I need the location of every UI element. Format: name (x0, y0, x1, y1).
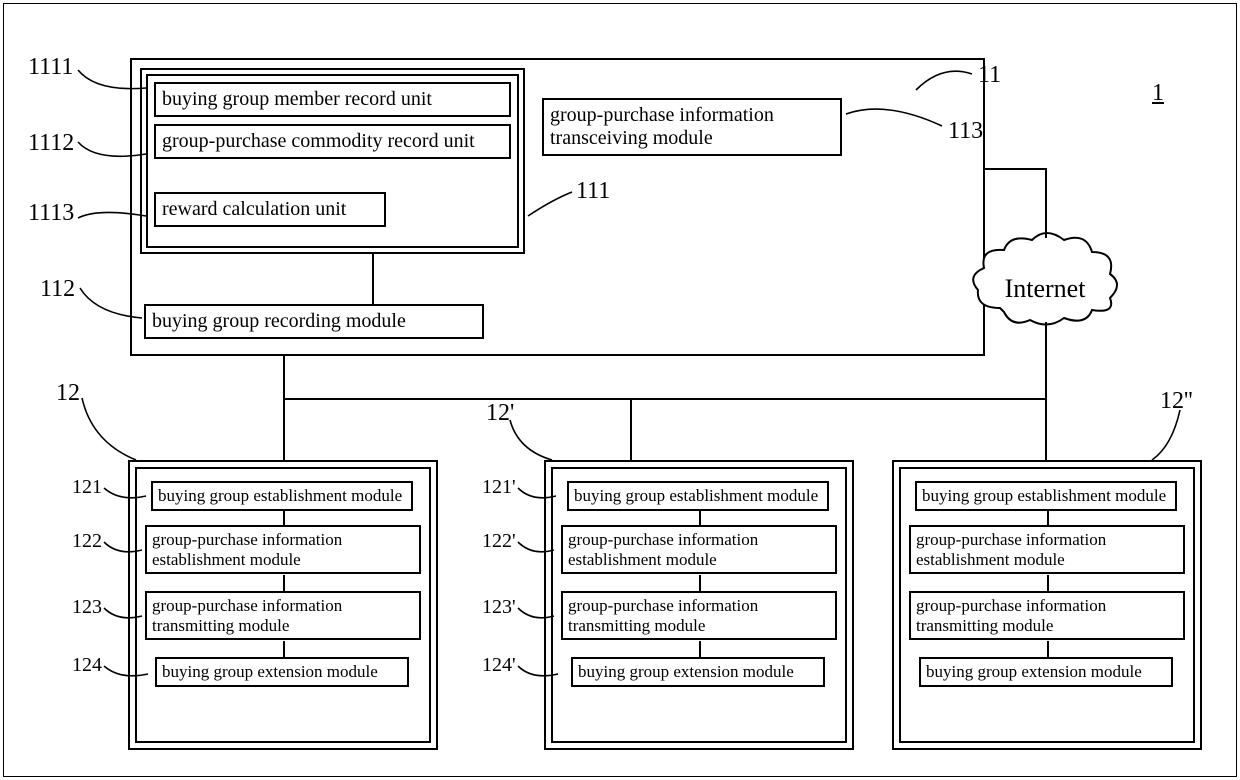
c2-m3: group-purchase information transmitting … (561, 591, 837, 640)
ref-12: 12 (56, 380, 80, 407)
figure-number: 1 (1152, 80, 1164, 107)
ref-111: 111 (576, 178, 610, 205)
ref-12p: 12' (486, 400, 514, 427)
connector-server-cloud-h (985, 168, 1045, 170)
c3-m2: group-purchase information establishment… (909, 525, 1185, 574)
c2-conn-23 (699, 575, 701, 591)
ref-1113: 1113 (28, 200, 74, 227)
c1-conn-12 (283, 509, 285, 525)
ref-122p: 122' (482, 530, 516, 553)
c3-m3: group-purchase information transmitting … (909, 591, 1185, 640)
commodity-record-unit: group-purchase commodity record unit (154, 124, 511, 159)
connector-cloud-bus (1045, 322, 1047, 400)
ref-124: 124 (72, 654, 102, 677)
ref-1112: 1112 (28, 130, 74, 157)
ref-112: 112 (40, 276, 75, 303)
transceiving-module: group-purchase information transceiving … (542, 98, 842, 156)
internet-cloud: Internet (970, 230, 1120, 330)
record-group-outer: buying group member record unit group-pu… (140, 68, 525, 254)
c2-conn-34 (699, 641, 701, 657)
client-box-3: buying group establishment module group-… (892, 460, 1202, 750)
client-inner-3: buying group establishment module group-… (899, 467, 1195, 743)
ref-113: 113 (948, 118, 983, 145)
c1-conn-34 (283, 641, 285, 657)
c3-conn-34 (1047, 641, 1049, 657)
c1-m3: group-purchase information transmitting … (145, 591, 421, 640)
ref-11: 11 (978, 62, 1001, 89)
reward-calc-unit: reward calculation unit (154, 192, 386, 227)
bus-line (283, 398, 1047, 400)
client-box-2: buying group establishment module group-… (544, 460, 854, 750)
ref-12pp: 12'' (1160, 388, 1193, 415)
c3-conn-12 (1047, 509, 1049, 525)
connector-server-bus (283, 356, 285, 400)
client-box-1: buying group establishment module group-… (128, 460, 438, 750)
record-group-inner: buying group member record unit group-pu… (146, 74, 519, 248)
diagram-canvas: 1 buying group member record unit group-… (0, 0, 1240, 780)
ref-122: 122 (72, 530, 102, 553)
member-record-unit: buying group member record unit (154, 82, 511, 117)
drop-client-3 (1045, 398, 1047, 460)
ref-1111: 1111 (28, 54, 73, 81)
c2-m4: buying group extension module (571, 657, 825, 687)
c1-m4: buying group extension module (155, 657, 409, 687)
c3-m4: buying group extension module (919, 657, 1173, 687)
recording-module: buying group recording module (144, 304, 484, 339)
connector-server-cloud-v (1045, 168, 1047, 238)
client-inner-1: buying group establishment module group-… (135, 467, 431, 743)
client-inner-2: buying group establishment module group-… (551, 467, 847, 743)
ref-121p: 121' (482, 476, 516, 499)
c3-conn-23 (1047, 575, 1049, 591)
c2-conn-12 (699, 509, 701, 525)
c1-m1: buying group establishment module (151, 481, 413, 511)
drop-client-1 (283, 398, 285, 460)
internet-label: Internet (970, 274, 1120, 304)
ref-123: 123 (72, 596, 102, 619)
c2-m1: buying group establishment module (567, 481, 829, 511)
c1-m2: group-purchase information establishment… (145, 525, 421, 574)
drop-client-2 (630, 398, 632, 460)
ref-121: 121 (72, 476, 102, 499)
c1-conn-23 (283, 575, 285, 591)
ref-124p: 124' (482, 654, 516, 677)
ref-123p: 123' (482, 596, 516, 619)
connector-111-112 (372, 254, 374, 304)
c2-m2: group-purchase information establishment… (561, 525, 837, 574)
server-box: buying group member record unit group-pu… (130, 58, 985, 356)
c3-m1: buying group establishment module (915, 481, 1177, 511)
